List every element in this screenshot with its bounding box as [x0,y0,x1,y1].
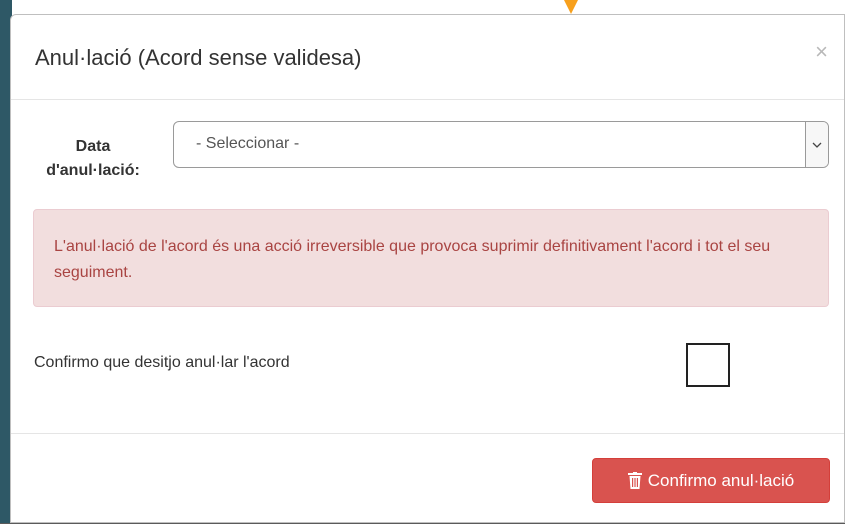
confirm-checkbox-label: Confirmo que desitjo anul·lar l'acord [34,354,290,371]
confirm-annulment-button-label: Confirmo anul·lació [647,470,795,490]
annulment-modal: Anul·lació (Acord sense validesa) × Data… [10,14,845,523]
modal-title: Anul·lació (Acord sense validesa) [35,45,362,70]
warning-alert: L'anul·lació de l'acord és una acció irr… [33,209,829,307]
date-field-label: Data d'anul·lació: [46,138,140,179]
confirm-annulment-button[interactable]: Confirmo anul·lació [592,458,830,503]
trash-icon [627,472,642,489]
confirm-checkbox[interactable] [686,343,730,387]
modal-footer: Confirmo anul·lació [11,433,844,524]
chevron-down-icon[interactable] [805,122,828,167]
modal-header: Anul·lació (Acord sense validesa) × [11,15,844,100]
date-select-value: - Seleccionar - [196,135,300,152]
date-select[interactable]: - Seleccionar - [173,121,829,168]
close-button[interactable]: × [815,41,828,63]
